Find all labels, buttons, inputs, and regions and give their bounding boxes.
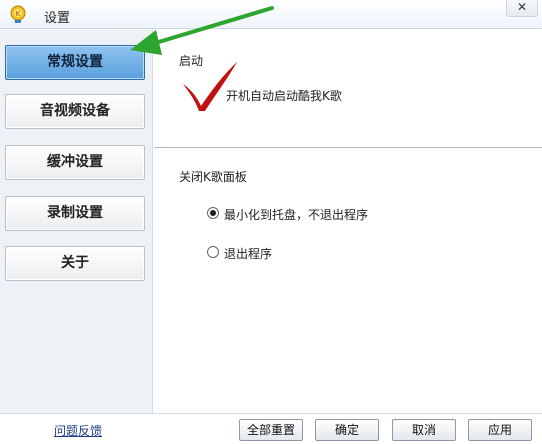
cancel-label: 取消 <box>411 423 436 437</box>
sidebar-item-buffer[interactable]: 缓冲设置 <box>5 145 145 180</box>
footer-bar: 问题反馈 全部重置 确定 取消 应用 <box>0 413 542 444</box>
kuge-app-icon: K <box>10 5 26 23</box>
exit-program-label[interactable]: 退出程序 <box>224 245 272 262</box>
window-title: 设置 <box>44 11 71 26</box>
minimize-to-tray-radio[interactable] <box>207 207 219 219</box>
close-icon: ✕ <box>516 0 528 14</box>
title-bar: K 设置 ✕ <box>0 0 542 29</box>
startup-heading: 启动 <box>179 54 204 68</box>
ok-label: 确定 <box>334 423 359 437</box>
sidebar-item-about[interactable]: 关于 <box>5 246 145 281</box>
section-divider <box>154 147 542 148</box>
reset-all-button[interactable]: 全部重置 <box>239 419 303 441</box>
sidebar-item-label: 音视频设备 <box>40 103 110 119</box>
exit-program-radio[interactable] <box>207 246 219 258</box>
sidebar-item-label: 缓冲设置 <box>47 154 103 170</box>
sidebar-item-label: 常规设置 <box>47 54 103 70</box>
reset-all-label: 全部重置 <box>246 423 295 437</box>
sidebar-item-label: 关于 <box>61 255 89 271</box>
svg-text:K: K <box>16 10 21 18</box>
apply-button[interactable]: 应用 <box>468 419 532 441</box>
autostart-checkbox-label[interactable]: 开机自动启动酷我K歌 <box>226 87 342 104</box>
close-button[interactable]: ✕ <box>506 0 538 17</box>
minimize-to-tray-label[interactable]: 最小化到托盘，不退出程序 <box>224 206 368 223</box>
apply-label: 应用 <box>487 423 512 437</box>
ok-button[interactable]: 确定 <box>315 419 379 441</box>
sidebar-item-av-devices[interactable]: 音视频设备 <box>5 94 145 129</box>
sidebar-item-label: 录制设置 <box>47 205 103 221</box>
cancel-button[interactable]: 取消 <box>392 419 456 441</box>
sidebar: 常规设置 音视频设备 缓冲设置 录制设置 关于 <box>0 30 153 413</box>
feedback-link[interactable]: 问题反馈 <box>54 422 102 439</box>
sidebar-item-recording[interactable]: 录制设置 <box>5 196 145 231</box>
close-panel-heading: 关闭K歌面板 <box>179 170 247 184</box>
sidebar-item-general[interactable]: 常规设置 <box>5 45 145 80</box>
